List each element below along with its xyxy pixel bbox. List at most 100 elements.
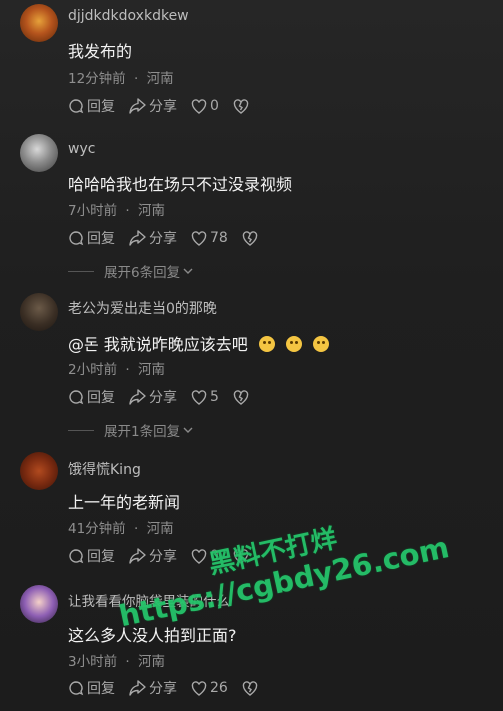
share-icon [129,98,146,114]
share-button[interactable]: 分享 [129,387,177,407]
like-heart-icon [191,548,207,564]
username[interactable]: 饿得慌King [68,459,141,479]
dislike-button[interactable] [242,230,261,246]
comment-time: 12分钟前 [68,71,126,87]
avatar[interactable] [20,452,58,490]
separator: · [133,71,139,87]
dislike-heart-icon [233,389,249,405]
reply-icon [69,681,84,696]
comment-meta: 7小时前 · 河南 [68,199,165,219]
comment-meta: 3小时前 · 河南 [68,650,165,670]
comment-location: 河南 [137,654,165,670]
reply-button[interactable]: 回复 [68,546,115,566]
dislike-heart-icon [242,230,258,246]
like-button[interactable]: 0 [191,98,219,114]
share-button[interactable]: 分享 [129,678,177,698]
comment-time: 7小时前 [68,203,118,219]
like-button[interactable]: 78 [191,230,228,246]
avatar[interactable] [20,293,58,331]
reply-icon [69,549,84,564]
comment-actions: 回复 分享 78 [68,228,275,248]
comment-actions: 回复 分享 0 [68,96,266,116]
share-label: 分享 [149,231,177,247]
comment-time: 2小时前 [68,362,118,378]
grinning-emoji-icon [258,336,275,352]
dislike-button[interactable] [233,98,252,114]
divider-line [68,270,94,272]
reply-button[interactable]: 回复 [68,678,115,698]
username[interactable]: 老公为爱出走当0的那晚 [68,298,217,318]
separator: · [125,654,130,670]
like-count: 0 [210,98,219,114]
expand-replies-button[interactable]: 展开1条回复 [68,421,194,440]
grinning-emoji-icon [286,336,302,352]
separator: · [125,203,130,219]
share-icon [129,548,146,564]
reply-button[interactable]: 回复 [68,228,115,248]
username[interactable]: wyc [68,141,95,157]
expand-replies-label: 展开6条回复 [104,265,181,281]
avatar[interactable] [20,4,58,42]
username[interactable]: djjdkdkdoxkdkew [68,8,189,24]
share-label: 分享 [149,390,177,406]
share-button[interactable]: 分享 [129,228,177,248]
dislike-heart-icon [233,98,249,114]
reply-button[interactable]: 回复 [68,96,115,116]
reply-label: 回复 [87,99,115,115]
reply-icon [69,390,84,405]
chevron-down-icon [183,427,193,433]
comment-text: 哈哈哈我也在场只不过没录视频 [68,175,293,194]
reply-label: 回复 [87,390,115,406]
avatar[interactable] [20,585,58,623]
like-count: 26 [210,680,228,696]
comment-actions: 回复 分享 5 [68,387,266,407]
share-button[interactable]: 分享 [129,96,177,116]
like-count: 78 [210,230,228,246]
share-label: 分享 [149,681,177,697]
like-heart-icon [191,230,207,246]
comment-location: 河南 [137,203,165,219]
like-heart-icon [191,680,207,696]
share-icon [129,680,146,696]
expand-replies-button[interactable]: 展开6条回复 [68,262,194,281]
chevron-down-icon [183,268,193,274]
reply-label: 回复 [87,681,115,697]
avatar[interactable] [20,134,58,172]
share-label: 分享 [149,99,177,115]
like-button[interactable]: 5 [191,389,219,405]
comment-meta: 41分钟前 · 河南 [68,517,174,537]
like-heart-icon [191,98,207,114]
reply-label: 回复 [87,231,115,247]
comment-text: 上一年的老新闻 [68,493,181,512]
like-heart-icon [191,389,207,405]
divider-line [68,429,94,431]
like-button[interactable]: 26 [191,680,228,696]
like-count: 5 [210,389,219,405]
comment-time: 3小时前 [68,654,118,670]
share-label: 分享 [149,549,177,565]
separator: · [125,362,130,378]
reply-icon [69,231,84,246]
reply-icon [69,99,84,114]
grinning-emoji-icon [313,336,330,352]
comment-location: 河南 [146,71,174,87]
comment-text: @돈 我就说昨晚应该去吧 [68,331,330,355]
reply-label: 回复 [87,549,115,565]
comment-time: 41分钟前 [68,521,126,537]
comment-text-content: @돈 我就说昨晚应该去吧 [68,335,248,354]
reply-button[interactable]: 回复 [68,387,115,407]
comment-meta: 12分钟前 · 河南 [68,67,174,87]
dislike-button[interactable] [242,680,261,696]
comment-actions: 回复 分享 26 [68,678,275,698]
expand-replies-label: 展开1条回复 [104,424,181,440]
comment-meta: 2小时前 · 河南 [68,358,165,378]
share-icon [129,389,146,405]
dislike-button[interactable] [233,389,252,405]
comment-text: 我发布的 [68,42,133,61]
comment-location: 河南 [146,521,174,537]
dislike-heart-icon [242,680,258,696]
share-button[interactable]: 分享 [129,546,177,566]
comment-location: 河南 [137,362,165,378]
separator: · [133,521,139,537]
share-icon [129,230,146,246]
